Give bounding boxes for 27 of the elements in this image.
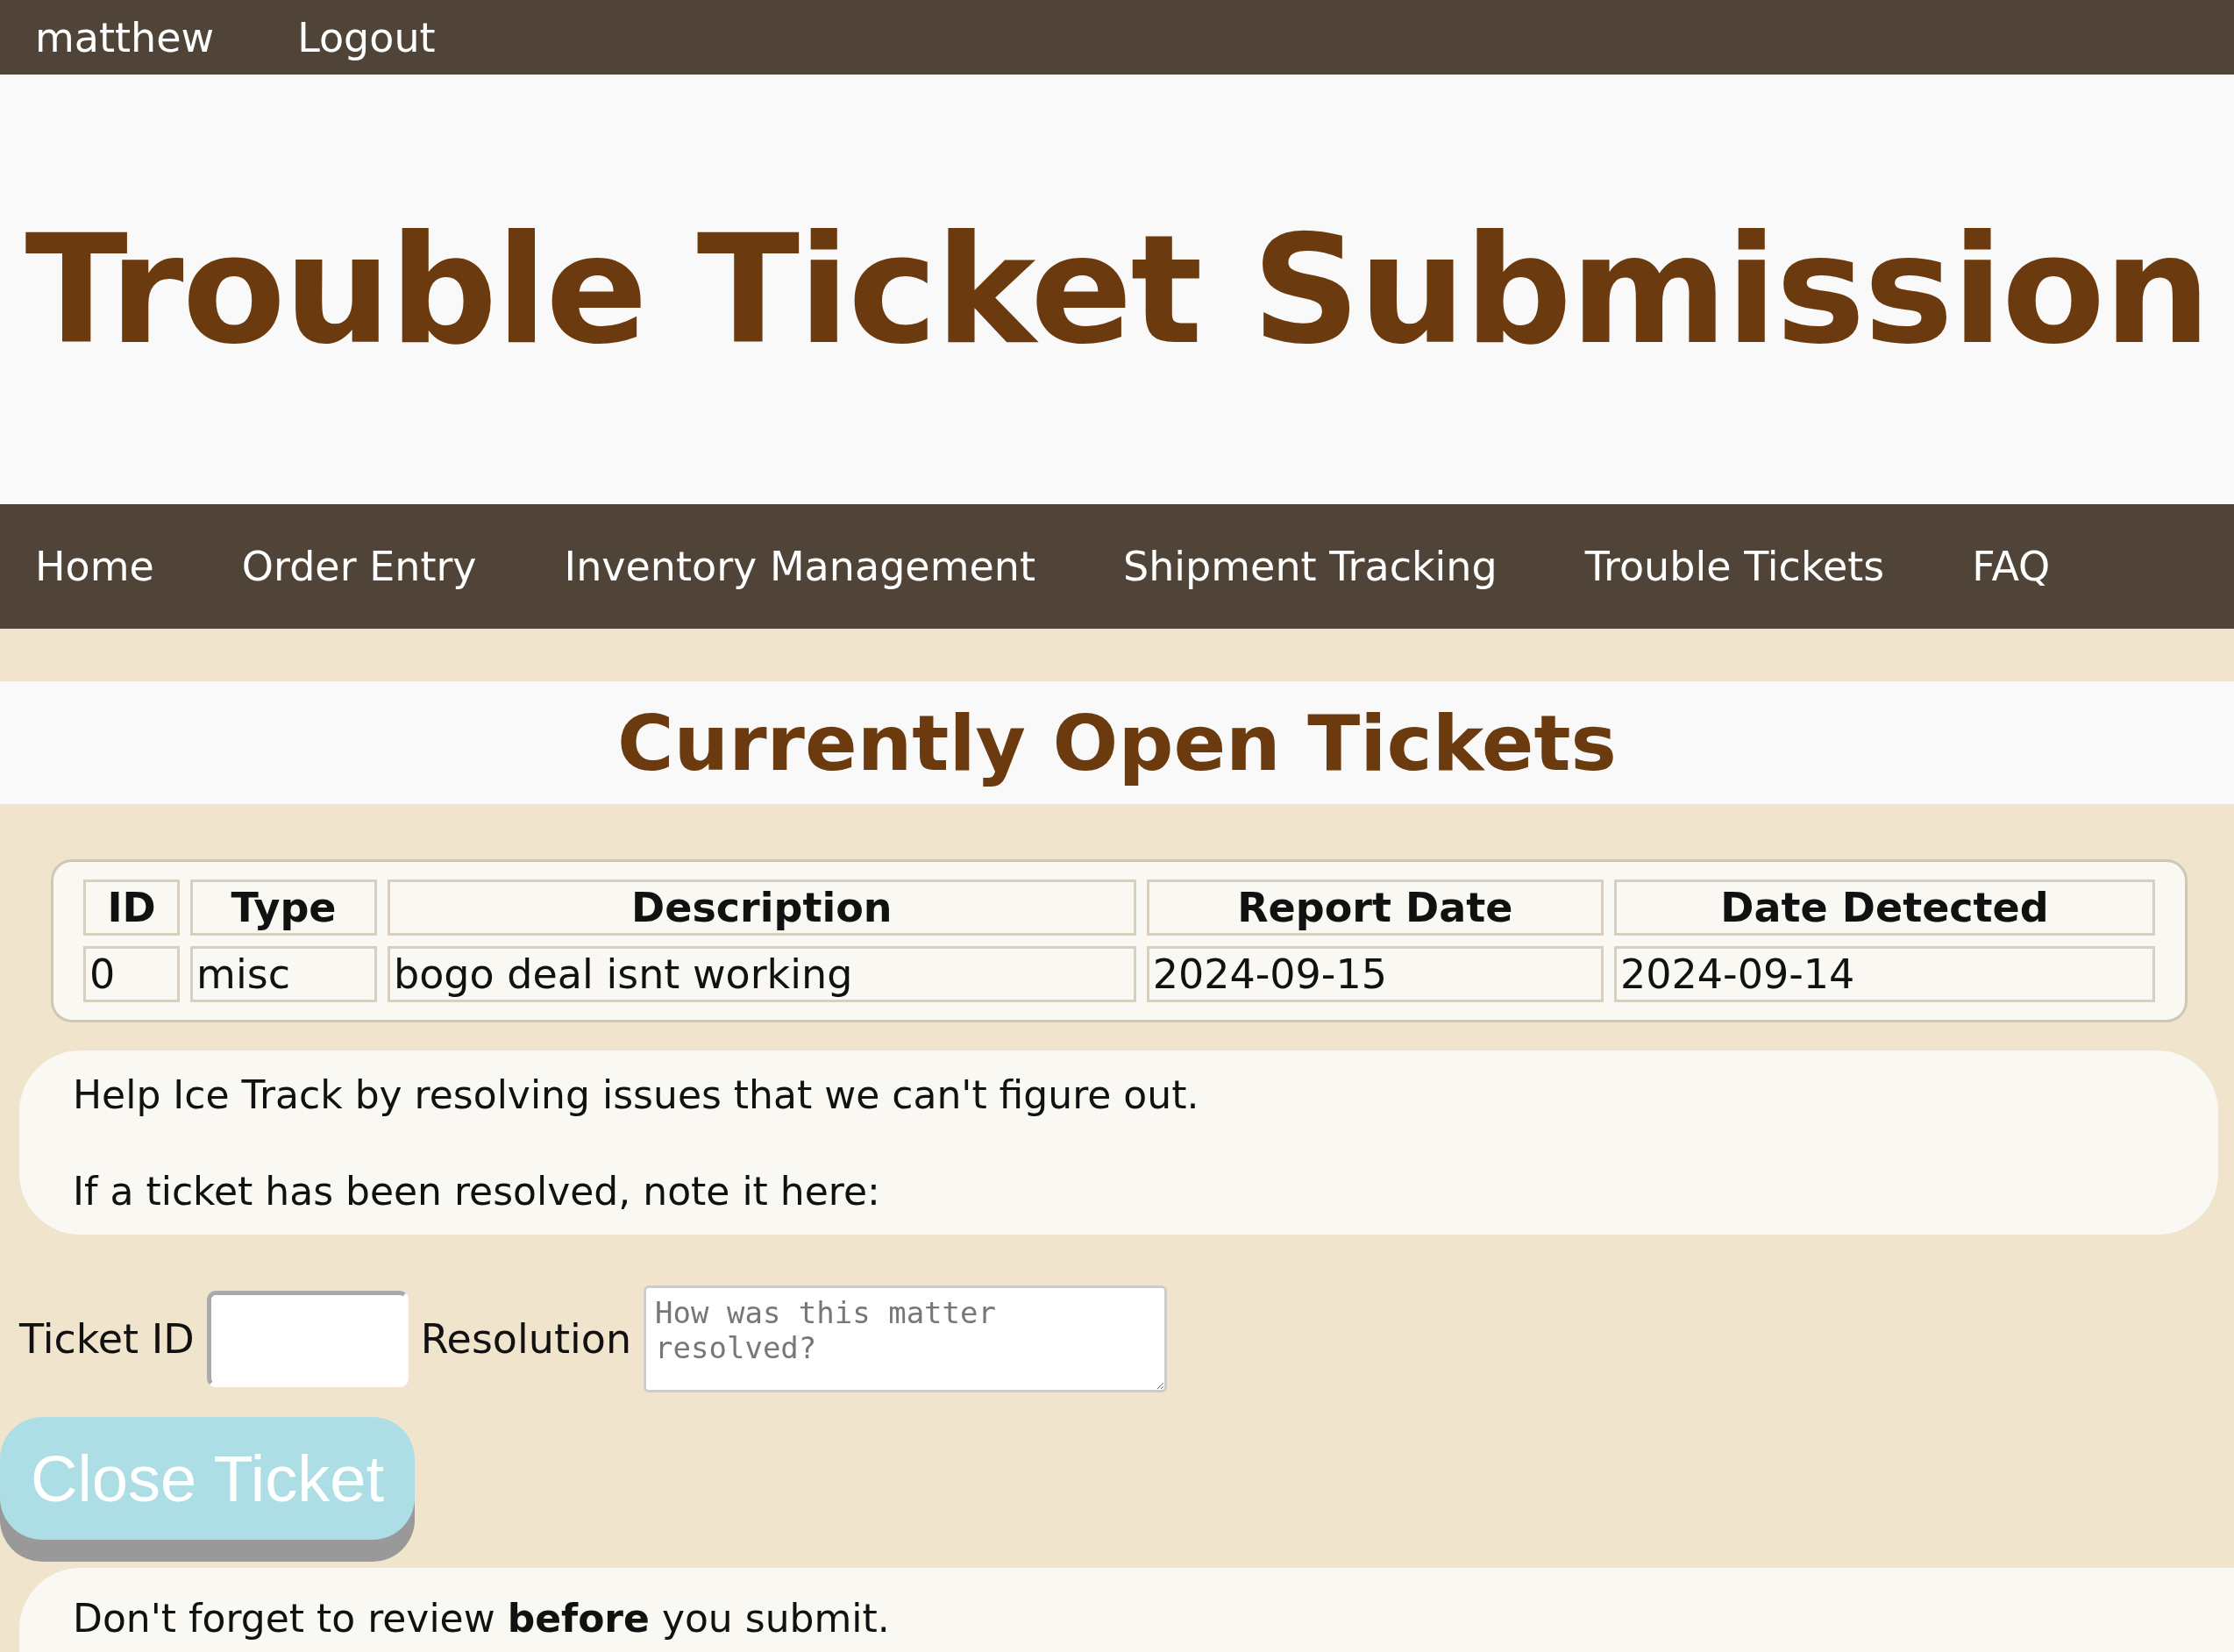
- nav-link[interactable]: Order Entry: [241, 543, 477, 590]
- resolution-field[interactable]: How was this matter resolved?: [644, 1285, 1168, 1392]
- table-cell: 2024-09-14: [1614, 946, 2155, 1002]
- nav-link[interactable]: FAQ: [1972, 543, 2051, 590]
- column-header: Report Date: [1146, 879, 1604, 936]
- resolution-label: Resolution: [420, 1315, 632, 1363]
- nav-link[interactable]: Home: [35, 543, 154, 590]
- page-title: Trouble Ticket Submission: [25, 201, 2209, 378]
- column-header: Description: [388, 879, 1136, 936]
- logout-link[interactable]: Logout: [297, 13, 436, 61]
- ticket-id-field[interactable]: [206, 1291, 409, 1387]
- column-header: ID: [83, 879, 181, 936]
- column-header: Date Detected: [1614, 879, 2155, 936]
- column-header: Type: [190, 879, 377, 936]
- table-cell: bogo deal isnt working: [388, 946, 1136, 1002]
- note-text: Don't forget to review before you submit.: [73, 1596, 891, 1641]
- section-title: Currently Open Tickets: [617, 697, 1617, 788]
- table-cell: 2024-09-15: [1146, 946, 1604, 1002]
- nav-link[interactable]: Trouble Tickets: [1584, 543, 1885, 590]
- info-text: Help Ice Track by resolving issues that we can't figure out.: [73, 1072, 1200, 1119]
- ticket-id-label: Ticket ID: [19, 1315, 195, 1363]
- nav-link[interactable]: Inventory Management: [564, 543, 1035, 590]
- nav-link[interactable]: Shipment Tracking: [1122, 543, 1498, 590]
- info-text: If a ticket has been resolved, note it here:: [73, 1168, 881, 1215]
- username-link[interactable]: matthew: [35, 13, 215, 61]
- table-cell: 0: [83, 946, 181, 1002]
- table-cell: misc: [190, 946, 377, 1002]
